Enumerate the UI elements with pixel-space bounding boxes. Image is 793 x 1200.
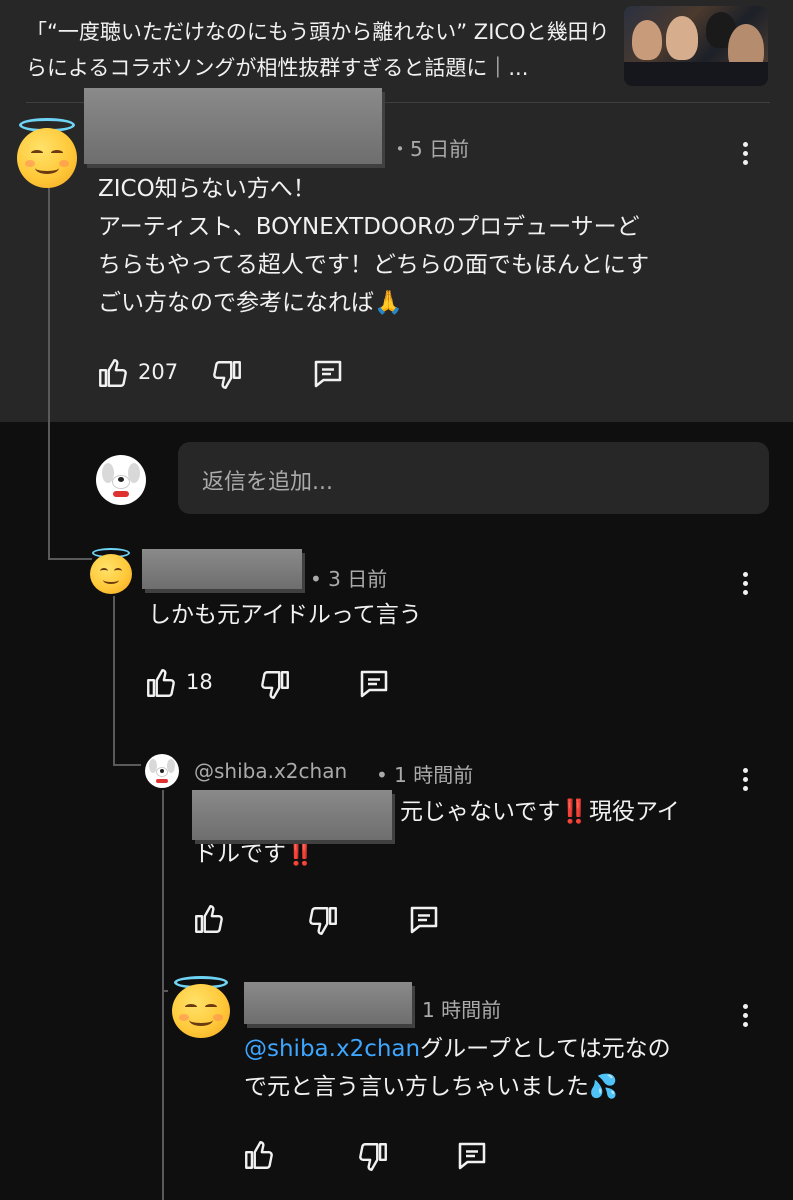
more-options-icon[interactable] bbox=[740, 768, 750, 794]
redacted-username bbox=[142, 549, 302, 589]
more-options-icon[interactable] bbox=[740, 572, 750, 598]
reply-icon[interactable] bbox=[310, 356, 346, 392]
reply-icon[interactable] bbox=[454, 1138, 490, 1174]
user-mention-link[interactable]: @shiba.x2chan bbox=[244, 1036, 420, 1062]
comment-time: • 1 時間前 bbox=[376, 763, 474, 787]
comment-text: ZICO知らない方へ！ アーティスト、BOYNEXTDOORのプロデューサーど … bbox=[98, 176, 650, 316]
dislike-icon[interactable] bbox=[356, 1140, 390, 1174]
thread-line bbox=[162, 790, 164, 1200]
like-count: 207 bbox=[138, 360, 179, 384]
thread-line-branch bbox=[162, 990, 168, 992]
more-options-icon[interactable] bbox=[740, 1004, 750, 1030]
reply-icon[interactable] bbox=[356, 666, 392, 702]
video-title[interactable]: 「“一度聴いただけなのにもう頭から離れない” ZICOと幾田りらによるコラボソン… bbox=[26, 14, 611, 86]
reply-icon[interactable] bbox=[406, 902, 442, 938]
thread-line bbox=[48, 185, 50, 560]
current-user-avatar bbox=[96, 455, 146, 505]
comment-text: しかも元アイドルって言う bbox=[148, 602, 422, 628]
redacted-username bbox=[244, 982, 412, 1024]
thread-line-branch bbox=[113, 764, 141, 766]
commenter-handle[interactable]: @shiba.x2chan bbox=[194, 759, 347, 783]
dislike-icon[interactable] bbox=[306, 904, 340, 938]
commenter-avatar[interactable] bbox=[170, 976, 232, 1038]
comment-time: ・5 日前 bbox=[390, 137, 470, 161]
redacted-username bbox=[84, 88, 382, 164]
video-thumbnail[interactable] bbox=[624, 6, 768, 86]
thread-line-branch bbox=[48, 558, 92, 560]
redacted-mention bbox=[192, 790, 392, 840]
comment-time: • 3 日前 bbox=[310, 567, 388, 591]
dislike-icon[interactable] bbox=[210, 358, 244, 392]
like-icon[interactable] bbox=[96, 356, 130, 390]
like-icon[interactable] bbox=[242, 1138, 276, 1172]
comment-text-line: ドルです‼️ bbox=[194, 841, 315, 867]
more-options-icon[interactable] bbox=[740, 142, 750, 168]
commenter-avatar[interactable] bbox=[145, 754, 179, 788]
comment-text: @shiba.x2chanグループとしては元なの で元と言う言い方しちゃいました… bbox=[244, 1036, 671, 1100]
like-count: 18 bbox=[186, 670, 213, 694]
comment-time: 1 時間前 bbox=[422, 998, 502, 1022]
commenter-avatar[interactable] bbox=[88, 548, 134, 594]
like-icon[interactable] bbox=[144, 666, 178, 700]
like-icon[interactable] bbox=[192, 902, 226, 936]
add-reply-input[interactable]: 返信を追加... bbox=[178, 442, 769, 514]
dislike-icon[interactable] bbox=[258, 668, 292, 702]
comment-text-line: 元じゃないです‼️現役アイ bbox=[400, 799, 680, 825]
commenter-avatar[interactable] bbox=[15, 118, 79, 188]
thread-line bbox=[113, 596, 115, 766]
